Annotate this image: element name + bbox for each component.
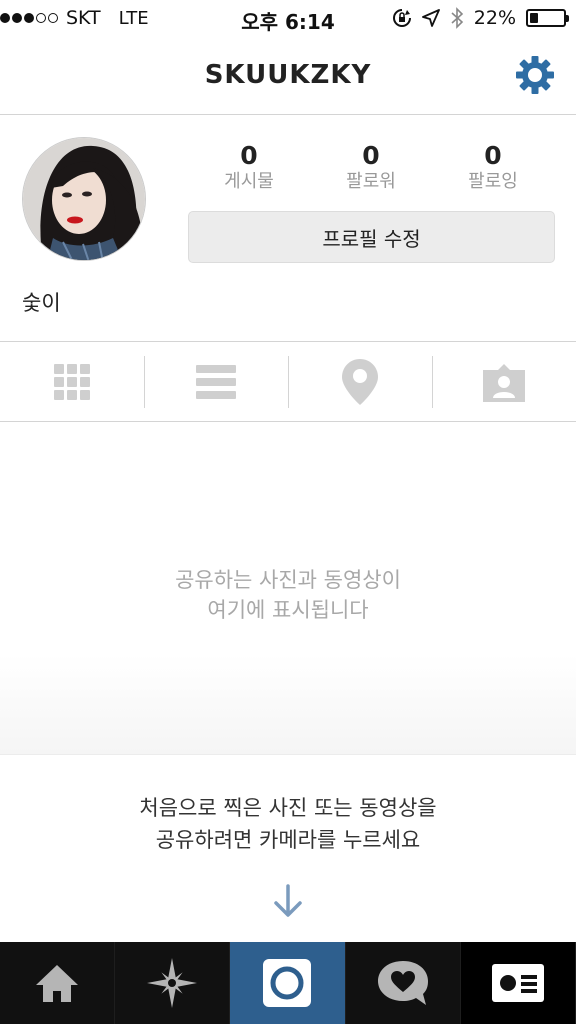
tab-profile[interactable] (460, 942, 576, 1024)
signal-dot (0, 13, 10, 23)
tab-home[interactable] (0, 942, 116, 1024)
profile-stats: 0 게시물 0 팔로워 0 팔로잉 (188, 141, 556, 193)
orientation-lock-icon (392, 9, 411, 27)
empty-state: 공유하는 사진과 동영상이 여기에 표시됩니다 (0, 422, 576, 754)
network-type: LTE (118, 7, 149, 29)
empty-state-line: 여기에 표시됩니다 (207, 598, 369, 622)
stat-label: 팔로워 (346, 171, 396, 192)
signal-strength-icon (0, 13, 58, 23)
home-icon (36, 965, 79, 1002)
location-pin-icon (342, 358, 378, 405)
avatar-photo (23, 138, 145, 260)
tab-tagged-view[interactable] (432, 342, 576, 421)
tab-camera[interactable] (230, 942, 346, 1024)
camera-hint-message: 처음으로 찍은 사진 또는 동영상을 공유하려면 카메라를 누르세요 (0, 792, 576, 856)
bottom-tab-bar (0, 942, 576, 1024)
posts-count[interactable]: 0 게시물 (188, 141, 310, 193)
followers-count[interactable]: 0 팔로워 (310, 141, 432, 193)
stat-value: 0 (362, 141, 380, 170)
page-title: SKUUKZKY (204, 60, 372, 90)
empty-state-message: 공유하는 사진과 동영상이 여기에 표시됩니다 (0, 565, 576, 625)
signal-dot (12, 13, 22, 23)
signal-dot (36, 13, 46, 23)
stat-value: 0 (240, 141, 258, 170)
camera-hint: 처음으로 찍은 사진 또는 동영상을 공유하려면 카메라를 누르세요 (0, 754, 576, 942)
profile-view-tabs (0, 341, 576, 422)
signal-dot (24, 13, 34, 23)
edit-profile-button[interactable]: 프로필 수정 (188, 211, 555, 263)
tagged-person-icon (483, 363, 525, 402)
battery-icon (526, 9, 569, 27)
navigation-bar: SKUUKZKY (0, 38, 576, 115)
explore-star-icon (147, 958, 198, 1008)
status-bar: SKT LTE 오후 6:14 22% (0, 0, 576, 38)
camera-icon (263, 959, 312, 1007)
empty-state-line: 공유하는 사진과 동영상이 (175, 568, 401, 592)
tab-grid-view[interactable] (0, 342, 144, 421)
battery-fill (530, 13, 538, 23)
list-icon (196, 364, 236, 399)
stat-label: 게시물 (224, 171, 274, 192)
gear-icon[interactable] (514, 54, 556, 96)
status-right: 22% (392, 7, 569, 29)
carrier-name: SKT (66, 7, 101, 29)
grid-icon (54, 363, 90, 400)
battery-percent: 22% (473, 7, 516, 29)
activity-heart-bubble-icon (377, 961, 428, 1005)
stat-value: 0 (484, 141, 502, 170)
hint-line: 공유하려면 카메라를 누르세요 (155, 828, 421, 852)
profile-name: 숯이 (22, 291, 61, 315)
stat-label: 팔로잉 (468, 171, 518, 192)
tab-explore[interactable] (115, 942, 231, 1024)
bluetooth-icon (451, 7, 463, 29)
status-left: SKT LTE (0, 7, 149, 29)
hint-line: 처음으로 찍은 사진 또는 동영상을 (139, 796, 437, 820)
avatar[interactable] (22, 137, 146, 261)
profile-card-icon (491, 964, 544, 1002)
tab-list-view[interactable] (144, 342, 288, 421)
tab-map-view[interactable] (288, 342, 432, 421)
arrow-down-icon (274, 884, 302, 917)
location-arrow-icon (421, 9, 440, 27)
tab-activity[interactable] (346, 942, 461, 1024)
following-count[interactable]: 0 팔로잉 (432, 141, 554, 193)
signal-dot (48, 13, 58, 23)
